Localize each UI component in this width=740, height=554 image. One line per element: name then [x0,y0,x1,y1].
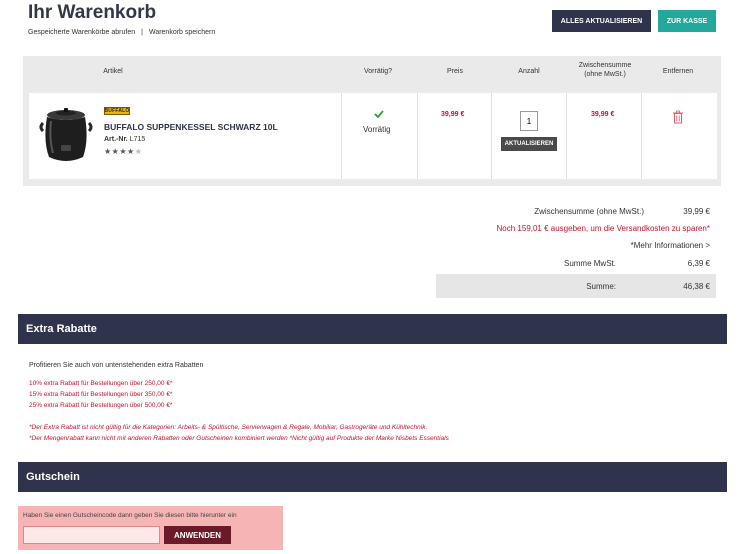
table-row: BUFFALO BUFFALO SUPPENKESSEL SCHWARZ 10L… [29,93,717,179]
quantity-input[interactable] [520,111,538,131]
discount-line: 15% extra Rabatt für Bestellungen über 3… [29,391,173,398]
column-divider [641,93,642,179]
article-number-value: L715 [129,136,146,143]
extra-discount-header: Extra Rabatte [18,314,727,344]
voucher-code-input[interactable] [23,526,160,544]
save-cart-link[interactable]: Warenkorb speichern [149,29,215,36]
article-number-label: Art.-Nr. [104,136,128,143]
star-filled-icon: ★ [127,147,135,156]
col-artikel: Artikel [103,68,123,75]
column-divider [566,93,567,179]
total-box: Summe: 46,38 € [436,274,716,298]
item-subtotal: 39,99 € [591,111,615,118]
saved-carts-link[interactable]: Gespeicherte Warenkörbe abrufen [28,29,135,36]
discount-note: *Der Mengenrabatt kann nicht mit anderen… [29,435,449,442]
vat-label: Summe MwSt. [563,259,616,268]
column-divider [341,93,342,179]
voucher-form: Haben Sie einen Gutscheincode dann geben… [18,506,283,550]
soup-kettle-image[interactable] [39,107,93,165]
apply-voucher-button[interactable]: ANWENDEN [164,526,231,544]
discount-line: 10% extra Rabatt für Bestellungen über 2… [29,380,173,387]
cart-table-header: Artikel Vorrätig? Preis Anzahl Zwischens… [23,56,721,92]
discount-line: 25% extra Rabatt für Bestellungen über 5… [29,402,173,409]
col-vorraetig: Vorrätig? [363,68,393,75]
shipping-notice: Noch 159,01 € ausgeben, um die Versandko… [496,224,710,233]
col-zwischensumme-line1: Zwischensumme [578,62,632,69]
update-all-button[interactable]: ALLES AKTUALISIEREN [552,10,651,32]
item-price: 39,99 € [441,111,465,118]
voucher-header: Gutschein [18,462,727,492]
more-info-link[interactable]: *Mehr Informationen > [631,241,710,250]
trash-icon[interactable] [672,110,684,124]
col-anzahl: Anzahl [518,68,540,75]
discount-intro: Profitieren Sie auch von untenstehenden … [29,362,204,369]
column-divider [417,93,418,179]
col-entfernen: Entfernen [662,68,694,75]
page-title: Ihr Warenkorb [28,2,157,23]
col-zwischensumme-line2: (ohne MwSt.) [584,71,626,78]
update-item-button[interactable]: AKTUALISIEREN [501,137,557,151]
link-separator: | [141,29,143,36]
rating-stars: ★★★★★ [104,147,142,156]
checkout-button[interactable]: ZUR KASSE [658,10,716,32]
star-empty-icon: ★ [134,147,143,156]
check-icon [374,110,384,118]
stock-status: Vorrätig [363,125,391,134]
col-zwischensumme: Zwischensumme (ohne MwSt.) [567,61,643,79]
column-divider [491,93,492,179]
article-number: Art.-Nr. L715 [104,136,145,143]
subtotal-label: Zwischensumme (ohne MwSt.) [534,207,644,216]
subtotal-value: 39,99 € [683,207,710,216]
col-preis: Preis [447,68,463,75]
discount-note: *Der Extra Rabatt ist nicht gültig für d… [29,424,428,431]
star-filled-icon: ★ [119,147,128,156]
cart-table: Artikel Vorrätig? Preis Anzahl Zwischens… [23,56,721,186]
total-value: 46,38 € [683,282,710,291]
total-label: Summe: [586,282,616,291]
star-filled-icon: ★ [104,147,112,156]
cart-sub-links: Gespeicherte Warenkörbe abrufen | Warenk… [28,29,215,36]
product-name-link[interactable]: BUFFALO SUPPENKESSEL SCHWARZ 10L [104,122,278,132]
brand-logo: BUFFALO [104,107,130,115]
vat-value: 6,39 € [687,259,710,268]
voucher-label: Haben Sie einen Gutscheincode dann geben… [23,512,237,519]
